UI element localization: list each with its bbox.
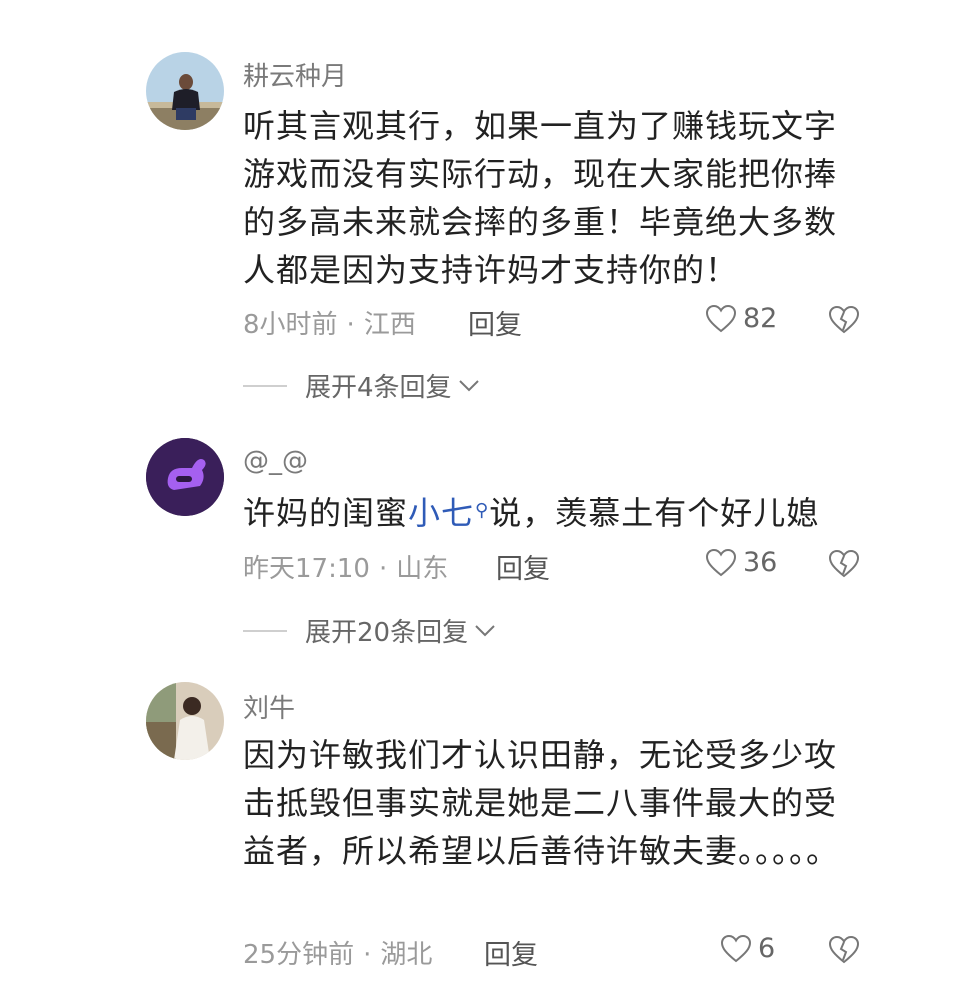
heart-outline-icon <box>705 548 737 576</box>
search-icon[interactable]: ⚲ <box>475 500 489 521</box>
comment-time: 25分钟前 <box>243 940 355 970</box>
comment-text-after: 说，羡慕土有个好儿媳 <box>489 494 820 532</box>
reply-button[interactable]: 回复 <box>496 547 550 586</box>
comment-meta: 8小时前 · 江西 <box>243 310 416 340</box>
expand-replies-button[interactable]: 展开4条回复 <box>243 367 480 404</box>
like-count: 82 <box>743 303 778 334</box>
comment-meta: 昨天17:10 · 山东 <box>243 554 449 584</box>
mention-link[interactable]: 小七 <box>408 494 474 532</box>
chevron-down-icon <box>458 379 479 391</box>
comment-location: 湖北 <box>380 940 433 970</box>
divider-line <box>243 384 287 387</box>
comment-location: 江西 <box>363 310 416 340</box>
broken-heart-icon[interactable] <box>828 935 860 965</box>
expand-replies-button[interactable]: 展开20条回复 <box>243 612 496 649</box>
comment-location: 山东 <box>396 554 449 584</box>
expand-replies-label: 展开4条回复 <box>305 373 452 403</box>
comment-text-before: 许妈的闺蜜 <box>243 494 409 532</box>
like-button[interactable]: 6 <box>720 933 775 964</box>
comment-time: 8小时前 <box>243 310 338 340</box>
like-count: 6 <box>758 933 776 964</box>
heart-outline-icon <box>705 304 737 332</box>
username[interactable]: 刘牛 <box>243 688 295 725</box>
avatar[interactable] <box>146 682 224 760</box>
like-button[interactable]: 36 <box>705 547 777 578</box>
heart-outline-icon <box>720 934 752 962</box>
comment-text: 听其言观其行，如果一直为了赚钱玩文字游戏而没有实际行动，现在大家能把你捧的多高未… <box>243 107 838 289</box>
comment-time: 昨天17:10 <box>243 554 370 584</box>
avatar[interactable] <box>146 52 224 130</box>
like-count: 36 <box>743 547 778 578</box>
chevron-down-icon <box>475 624 495 636</box>
reply-button[interactable]: 回复 <box>468 303 522 342</box>
like-button[interactable]: 82 <box>705 303 777 334</box>
divider-line <box>243 629 287 632</box>
username[interactable]: @_@ <box>243 446 308 476</box>
broken-heart-icon[interactable] <box>828 549 860 579</box>
reply-button[interactable]: 回复 <box>484 933 538 972</box>
comment-meta: 25分钟前 · 湖北 <box>243 940 433 970</box>
expand-replies-label: 展开20条回复 <box>305 618 469 648</box>
broken-heart-icon[interactable] <box>828 305 860 335</box>
avatar[interactable] <box>146 438 224 516</box>
comment-text: 因为许敏我们才认识田静，无论受多少攻击抵毁但事实就是她是二八事件最大的受益者，所… <box>243 736 840 870</box>
comment-text: 许妈的闺蜜小七⚲说，羡慕土有个好儿媳 <box>243 487 843 537</box>
username[interactable]: 耕云种月 <box>243 56 347 93</box>
